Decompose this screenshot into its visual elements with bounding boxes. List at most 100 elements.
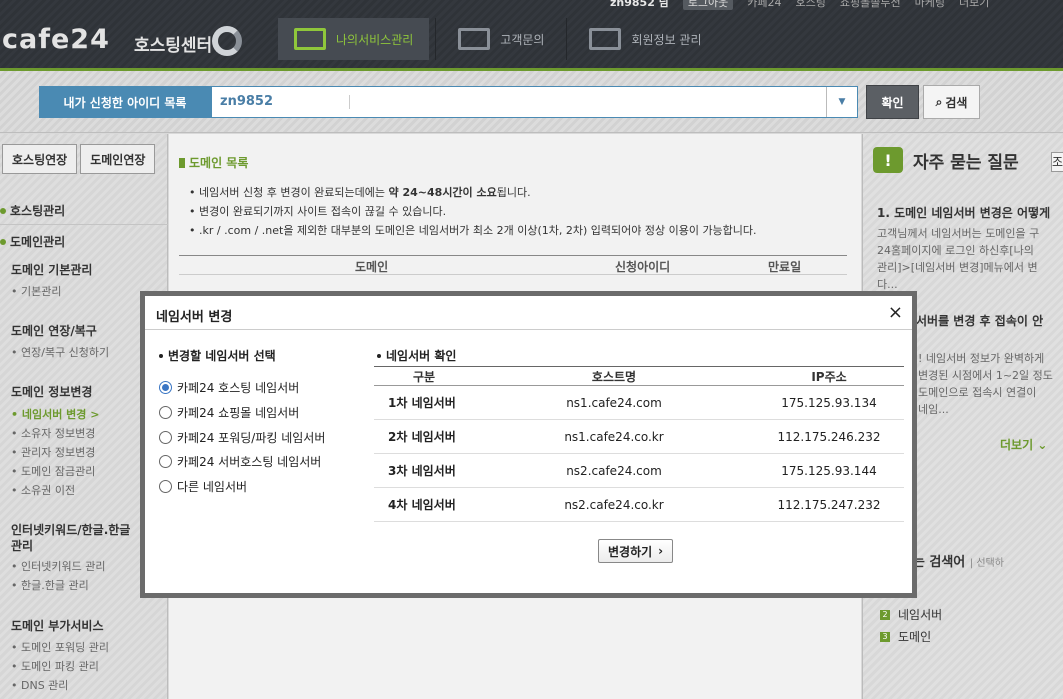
util-link-more[interactable]: 더보기 — [959, 0, 989, 10]
id-search-bar: 내가 신청한 아이디 목록 zn9852 ▼ 확인 ⌕ 검색 — [0, 71, 1063, 133]
change-button[interactable]: 변경하기 › — [598, 539, 674, 563]
util-link-marketing[interactable]: 마케팅 — [915, 0, 945, 10]
gnb-divider — [435, 18, 437, 60]
nameserver-option[interactable]: 카페24 호스팅 네임서버 — [159, 379, 299, 396]
id-select[interactable]: zn9852 ▼ — [211, 86, 858, 118]
radio-button[interactable] — [159, 431, 172, 444]
nameserver-option[interactable]: 카페24 포워딩/파킹 네임서버 — [159, 429, 325, 446]
hosting-center-label: 호스팅센터 — [134, 36, 213, 56]
faq-question[interactable]: 1. 도메인 네임서버 변경은 어떻게 — [877, 204, 1050, 221]
gnb-customer-inquiry-label: 고객문의 — [500, 32, 545, 47]
faq-tab[interactable]: 조 — [1051, 152, 1063, 172]
bullet-icon — [159, 353, 163, 358]
sidebar-category-label: 도메인관리 — [10, 235, 66, 249]
keyword-item[interactable]: 2 네임서버 — [880, 606, 942, 623]
domain-table-header: 도메인 신청아이디 만료일 — [179, 255, 847, 275]
gnb-my-service[interactable]: 나의서비스관리 — [278, 18, 430, 60]
title-marker-icon — [179, 157, 185, 168]
sidebar-category-domain[interactable]: 도메인관리 — [0, 233, 65, 250]
option-label: 카페24 쇼핑몰 네임서버 — [177, 406, 300, 420]
radio-button[interactable] — [159, 455, 172, 468]
gnb-member-info-label: 회원정보 관리 — [631, 32, 702, 47]
sidebar-group-title: 도메인 부가서비스 — [11, 619, 104, 633]
util-link-cafe24[interactable]: 카페24 — [747, 0, 781, 10]
sidebar-link-owner[interactable]: • 소유자 정보변경 — [11, 425, 95, 441]
ns-host: ns1.cafe24.com — [474, 385, 754, 420]
faq-question[interactable]: 서버를 변경 후 접속이 안 — [916, 312, 1043, 329]
user-name: zn9852 님 — [610, 0, 669, 9]
sidebar-link-admin[interactable]: • 관리자 정보변경 — [11, 444, 95, 460]
hosting-extend-button[interactable]: 호스팅연장 — [2, 144, 78, 174]
sidebar-link-forwarding[interactable]: • 도메인 포워딩 관리 — [11, 639, 109, 655]
speech-bubble-icon: ! — [873, 147, 903, 173]
cafe24-logo[interactable]: cafe24 — [2, 24, 110, 55]
sidebar-category-label: 호스팅관리 — [10, 204, 66, 218]
notice-line: • 네임서버 신청 후 변경이 완료되는데에는 약 24~48시간이 소요됩니다… — [189, 186, 531, 199]
utility-links: zn9852 님 로그아웃 카페24 호스팅 쇼핑몰솔루션 마케팅 더보기 — [610, 0, 989, 10]
section-title: 네임서버 확인 — [377, 347, 456, 364]
col-domain: 도메인 — [355, 260, 389, 274]
monitor-clock-icon — [458, 28, 491, 50]
ns-type: 4차 네임서버 — [374, 487, 474, 522]
col-ip: IP주소 — [754, 366, 904, 386]
option-label: 카페24 호스팅 네임서버 — [177, 381, 300, 395]
gnb-my-service-label: 나의서비스관리 — [336, 32, 414, 47]
close-icon[interactable]: × — [888, 302, 903, 323]
sidebar-link-keyword[interactable]: • 인터넷키워드 관리 — [11, 558, 105, 574]
nameserver-option[interactable]: 카페24 쇼핑몰 네임서버 — [159, 404, 299, 421]
keyword-item[interactable]: 3 도메인 — [880, 628, 931, 645]
change-button-label: 변경하기 — [608, 544, 653, 559]
radio-button[interactable] — [159, 406, 172, 419]
util-link-shop[interactable]: 쇼핑몰솔루션 — [840, 0, 901, 10]
sidebar-link-transfer[interactable]: • 소유권 이전 — [11, 482, 75, 498]
util-link-hosting[interactable]: 호스팅 — [796, 0, 826, 10]
more-link[interactable]: 더보기 ⌄ — [1000, 436, 1047, 453]
search-button[interactable]: ⌕ 검색 — [923, 85, 980, 119]
table-row: 3차 네임서버 ns2.cafe24.com 175.125.93.144 — [374, 453, 904, 488]
sidebar-group-title: 도메인 정보변경 — [11, 385, 93, 399]
chevron-down-icon[interactable]: ▼ — [826, 87, 857, 117]
nameserver-option[interactable]: 카페24 서버호스팅 네임서버 — [159, 453, 321, 470]
ns-type: 1차 네임서버 — [374, 385, 474, 420]
col-applicant-id: 신청아이디 — [615, 260, 671, 274]
bullet-icon — [377, 353, 381, 358]
sidebar-category-hosting[interactable]: 호스팅관리 — [0, 202, 65, 219]
monitor-user-icon — [589, 28, 622, 50]
sidebar-link-renew[interactable]: • 연장/복구 신청하기 — [11, 344, 109, 360]
keyword-label: 네임서버 — [898, 608, 943, 622]
sidebar-group-title: 도메인 기본관리 — [11, 263, 93, 277]
faq-answer: ! 네임서버 정보가 완벽하게 변경된 시점에서 1~2일 정도 도메인으로 접… — [918, 352, 1053, 416]
radio-button[interactable] — [159, 480, 172, 493]
gnb-divider — [566, 18, 568, 60]
keyword-label: 도메인 — [898, 630, 932, 644]
id-select-value: zn9852 — [212, 95, 350, 109]
confirm-button[interactable]: 확인 — [866, 85, 919, 119]
server-gear-icon — [294, 28, 326, 50]
ns-ip: 112.175.246.232 — [754, 419, 904, 454]
sidebar-link-dns[interactable]: • DNS 관리 — [11, 677, 68, 693]
top-header: zn9852 님 로그아웃 카페24 호스팅 쇼핑몰솔루션 마케팅 더보기 ca… — [0, 0, 1063, 68]
sidebar-group-title: 관리 — [11, 539, 34, 553]
sidebar-link-lock[interactable]: • 도메인 잠금관리 — [11, 463, 95, 479]
faq-title-text: 자주 묻는 질문 — [913, 152, 1019, 173]
sidebar-link-basic[interactable]: • 기본관리 — [11, 283, 61, 299]
global-nav: 나의서비스관리 고객문의 회원정보 관리 — [278, 18, 724, 60]
section-title: 변경할 네임서버 선택 — [159, 347, 276, 364]
logout-link[interactable]: 로그아웃 — [682, 0, 734, 10]
nameserver-option[interactable]: 다른 네임서버 — [159, 478, 247, 495]
sidebar-link-parking[interactable]: • 도메인 파킹 관리 — [11, 658, 99, 674]
ns-ip: 175.125.93.134 — [754, 385, 904, 420]
search-button-label: 검색 — [945, 95, 968, 110]
option-label: 카페24 포워딩/파킹 네임서버 — [177, 431, 326, 445]
gnb-customer-inquiry[interactable]: 고객문의 — [442, 18, 560, 60]
domain-extend-button[interactable]: 도메인연장 — [80, 144, 156, 174]
radio-button[interactable] — [159, 381, 172, 394]
gnb-member-info[interactable]: 회원정보 관리 — [573, 18, 717, 60]
notice-line: • .kr / .com / .net을 제외한 대부분의 도메인은 네임서버가… — [189, 224, 757, 237]
table-row: 4차 네임서버 ns2.cafe24.co.kr 112.175.247.232 — [374, 487, 904, 522]
table-row: 1차 네임서버 ns1.cafe24.com 175.125.93.134 — [374, 385, 904, 420]
ns-type: 2차 네임서버 — [374, 419, 474, 454]
sidebar-link-hangul[interactable]: • 한글.한글 관리 — [11, 577, 89, 593]
sidebar-link-nameserver[interactable]: • 네임서버 변경 > — [11, 406, 99, 422]
notice-line: • 변경이 완료되기까지 사이트 접속이 끊길 수 있습니다. — [189, 205, 447, 218]
